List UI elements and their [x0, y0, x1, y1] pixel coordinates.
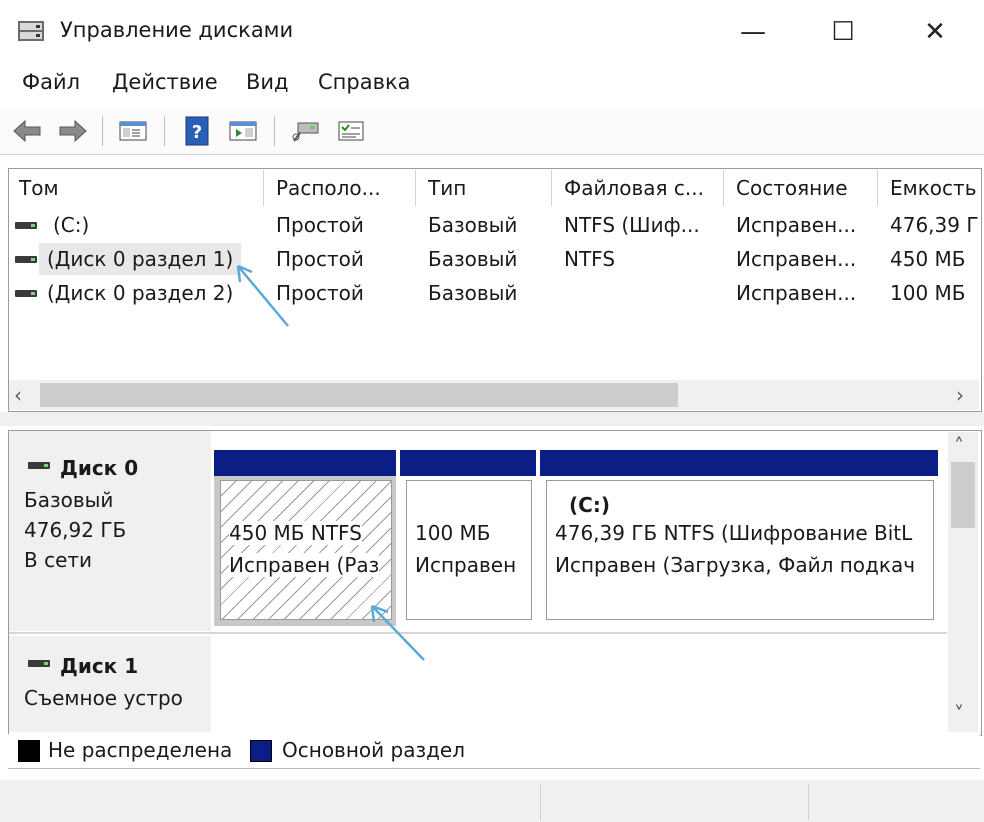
column-header-capacity[interactable]: Емкость: [880, 170, 979, 206]
volume-icon: [15, 256, 37, 263]
column-header-filesystem[interactable]: Файловая с...: [554, 170, 724, 206]
volume-name: (Диск 0 раздел 1): [47, 247, 234, 271]
window-title: Управление дисками: [60, 18, 294, 42]
disk-name: Диск 0: [60, 456, 139, 480]
help-icon[interactable]: ?: [180, 114, 214, 148]
volume-layout: Простой: [276, 281, 364, 305]
close-button[interactable]: ✕: [890, 0, 980, 64]
column-header-status[interactable]: Состояние: [726, 170, 878, 206]
toolbar-separator: [102, 116, 103, 146]
partition-body: 450 МБ NTFS Исправен (Раз: [220, 480, 392, 620]
status-separator: [808, 784, 809, 820]
menu-file[interactable]: Файл: [22, 70, 80, 94]
volume-filesystem: NTFS: [564, 247, 616, 271]
partition-status: Исправен (Загрузка, Файл подкач: [555, 553, 916, 577]
table-row[interactable]: (Диск 0 раздел 1) Простой Базовый NTFS И…: [9, 243, 979, 275]
column-header-volume[interactable]: Том: [9, 170, 264, 206]
volume-name: (C:): [53, 213, 90, 237]
legend-swatch-primary: [250, 740, 272, 762]
volume-capacity: 100 МБ: [890, 281, 966, 305]
toolbar-separator: [164, 116, 165, 146]
disk-state: В сети: [24, 548, 93, 572]
volume-status: Исправен...: [736, 247, 857, 271]
volume-layout: Простой: [276, 213, 364, 237]
volume-icon: [15, 222, 37, 229]
partition-1[interactable]: 450 МБ NTFS Исправен (Раз: [214, 450, 396, 626]
table-row[interactable]: (C:) Простой Базовый NTFS (Шиф... Исправ…: [9, 209, 979, 241]
status-separator: [540, 784, 541, 820]
legend-label-unallocated: Не распределена: [48, 738, 233, 762]
partition-size: 476,39 ГБ NTFS (Шифрование BitL: [555, 521, 913, 545]
disk-divider: [9, 632, 947, 634]
scroll-up-icon[interactable]: ˄: [954, 434, 964, 458]
disk-icon: [28, 462, 50, 469]
volume-layout: Простой: [276, 247, 364, 271]
volume-status: Исправен...: [736, 281, 857, 305]
toolbar-separator: [274, 116, 275, 146]
partition-body: (C:) 476,39 ГБ NTFS (Шифрование BitL Исп…: [546, 480, 934, 620]
volume-name: (Диск 0 раздел 2): [47, 281, 234, 305]
minimize-button[interactable]: —: [708, 0, 798, 64]
scroll-left-icon[interactable]: ‹: [14, 383, 22, 407]
volume-capacity: 476,39 ГБ: [890, 213, 979, 237]
volume-type: Базовый: [428, 281, 518, 305]
forward-arrow-icon[interactable]: [56, 114, 90, 148]
partition-header: [214, 450, 396, 476]
column-header-type[interactable]: Тип: [418, 170, 552, 206]
partition-body: 100 МБ Исправен: [406, 480, 532, 620]
partition-status: Исправен: [415, 553, 517, 577]
volume-capacity: 450 МБ: [890, 247, 966, 271]
volume-filesystem: NTFS (Шиф...: [564, 213, 700, 237]
volume-icon: [15, 290, 37, 297]
volume-filesystem: [554, 277, 724, 309]
scrollbar-thumb[interactable]: [40, 383, 678, 407]
partition-size: 450 МБ NTFS: [229, 521, 362, 545]
connect-icon[interactable]: [288, 114, 322, 148]
action-pane-icon[interactable]: [226, 114, 260, 148]
menu-action[interactable]: Действие: [112, 70, 218, 94]
maximize-button[interactable]: ☐: [798, 0, 888, 64]
partition-c[interactable]: (C:) 476,39 ГБ NTFS (Шифрование BitL Исп…: [540, 450, 938, 626]
console-tree-icon[interactable]: [116, 114, 150, 148]
volume-type: Базовый: [428, 247, 518, 271]
menu-view[interactable]: Вид: [246, 70, 289, 94]
disk-size: 476,92 ГБ: [24, 518, 127, 542]
partition-status: Исправен (Раз: [229, 553, 380, 577]
svg-text:?: ?: [192, 122, 202, 143]
partition-header: [540, 450, 938, 476]
disk-management-app-icon: [16, 17, 48, 45]
status-bar: [0, 780, 984, 822]
disk-icon: [28, 660, 50, 667]
pane-splitter[interactable]: [0, 412, 984, 426]
partition-2[interactable]: 100 МБ Исправен: [400, 450, 536, 626]
partition-size: 100 МБ: [415, 521, 491, 545]
menu-help[interactable]: Справка: [318, 70, 411, 94]
scroll-right-icon[interactable]: ›: [956, 383, 964, 407]
properties-icon[interactable]: [334, 114, 368, 148]
column-header-layout[interactable]: Располо...: [266, 170, 416, 206]
back-arrow-icon[interactable]: [10, 114, 44, 148]
partition-header: [400, 450, 536, 476]
disk-name: Диск 1: [60, 654, 139, 678]
disk-type: Съемное устро: [24, 686, 183, 710]
legend-swatch-unallocated: [18, 740, 40, 762]
volume-type: Базовый: [428, 213, 518, 237]
legend-label-primary: Основной раздел: [282, 738, 466, 762]
disk-type: Базовый: [24, 488, 114, 512]
disk-1-label[interactable]: [9, 636, 211, 732]
volume-status: Исправен...: [736, 213, 857, 237]
partition-title: (C:): [569, 493, 610, 517]
scrollbar-thumb[interactable]: [951, 462, 975, 528]
table-row[interactable]: (Диск 0 раздел 2) Простой Базовый Исправ…: [9, 277, 979, 309]
scroll-down-icon[interactable]: ˅: [954, 702, 964, 726]
